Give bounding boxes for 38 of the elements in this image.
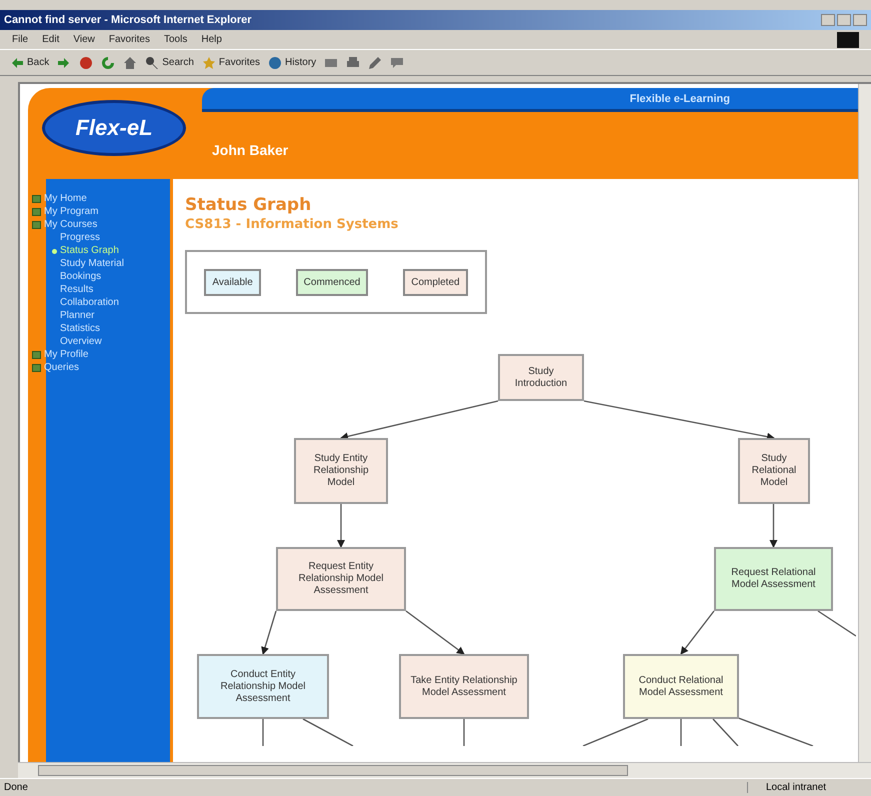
page-title: Status Graph bbox=[185, 195, 312, 215]
window-title: Cannot find server - Microsoft Internet Explorer bbox=[4, 14, 252, 26]
graph-node[interactable]: Study Introduction bbox=[498, 354, 584, 401]
sidebar-subitem[interactable]: Statistics bbox=[46, 323, 100, 335]
sidebar-subitem[interactable]: Collaboration bbox=[46, 297, 119, 309]
sidebar-subitem[interactable]: Study Material bbox=[46, 258, 124, 270]
graph-node[interactable]: Study Relational Model bbox=[738, 438, 810, 504]
graph-node[interactable]: Study Entity Relationship Model bbox=[294, 438, 388, 504]
sidebar-subitem[interactable]: Results bbox=[46, 284, 94, 296]
back-button[interactable]: Back bbox=[10, 56, 50, 70]
security-zone: Local intranet bbox=[747, 782, 867, 793]
graph-node[interactable]: Conduct Entity Relationship Model Assessment bbox=[197, 654, 329, 719]
menu-item[interactable]: Favorites bbox=[108, 34, 150, 45]
graph-node[interactable]: Take Entity Relationship Model Assessment bbox=[399, 654, 529, 719]
course-title: CS813 - Information Systems bbox=[185, 217, 400, 232]
sidebar-subitem[interactable]: Progress bbox=[46, 232, 100, 244]
history-button[interactable]: History bbox=[268, 56, 316, 70]
status-text: Done bbox=[4, 782, 28, 793]
legend-item: Available bbox=[204, 268, 261, 296]
legend-item: Commenced bbox=[296, 268, 368, 296]
legend-item: Completed bbox=[403, 268, 468, 296]
menu-item[interactable]: Tools bbox=[164, 34, 188, 45]
favorites-button[interactable]: Favorites bbox=[202, 56, 260, 70]
sidebar-subitem[interactable]: Status Graph bbox=[60, 245, 119, 257]
menu-item[interactable]: View bbox=[73, 34, 95, 45]
menu-item[interactable]: File bbox=[12, 34, 28, 45]
sidebar-subitem[interactable]: Planner bbox=[46, 310, 94, 322]
site-tagline: Flexible e-Learning bbox=[630, 92, 730, 104]
menu-item[interactable]: Help bbox=[201, 34, 222, 45]
graph-node[interactable]: Request Relational Model Assessment bbox=[714, 547, 833, 611]
menu-item[interactable]: Edit bbox=[42, 34, 60, 45]
user-name: John Baker bbox=[212, 142, 290, 158]
sidebar-subitem[interactable]: Overview bbox=[46, 336, 102, 348]
graph-node[interactable]: Conduct Relational Model Assessment bbox=[623, 654, 739, 719]
sidebar-subitem[interactable]: Bookings bbox=[46, 271, 102, 283]
graph-node[interactable]: Request Entity Relationship Model Assessment bbox=[276, 547, 406, 611]
site-logo[interactable]: Flex-eL bbox=[42, 100, 186, 156]
search-button[interactable]: Search bbox=[145, 56, 194, 70]
